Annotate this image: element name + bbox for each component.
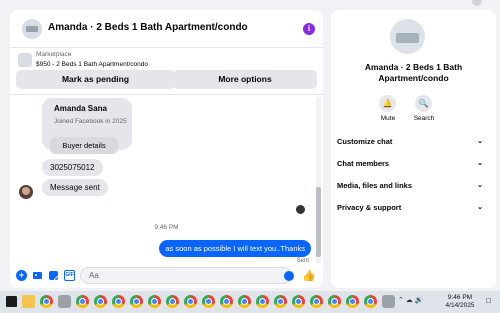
chrome-icon[interactable]	[40, 295, 53, 308]
chrome-icon[interactable]	[94, 295, 107, 308]
chevron-down-icon: ⌄	[477, 204, 483, 211]
incoming-message[interactable]: 3025075012	[42, 159, 103, 176]
mark-as-pending-button[interactable]: Mark as pending	[16, 70, 175, 89]
chrome-icon[interactable]	[346, 295, 359, 308]
gif-icon[interactable]: GIF	[64, 270, 75, 281]
search-label[interactable]: Search	[404, 115, 444, 122]
chrome-icon[interactable]	[364, 295, 377, 308]
message-input[interactable]: Aa	[80, 267, 292, 284]
chrome-icon[interactable]	[310, 295, 323, 308]
browser-top-strip	[0, 0, 500, 8]
section-label: Media, files and links	[337, 181, 413, 190]
chat-header: Amanda · 2 Beds 1 Bath Apartment/condo i	[10, 10, 323, 48]
info-icon[interactable]: i	[303, 23, 315, 35]
notification-icon[interactable]: □	[486, 296, 491, 305]
app-icon[interactable]	[58, 295, 71, 308]
start-icon[interactable]	[6, 296, 17, 307]
chrome-icon[interactable]	[220, 295, 233, 308]
buyer-joined-text: Joined Facebook in 2025	[54, 118, 127, 125]
file-explorer-icon[interactable]	[22, 295, 35, 308]
chrome-icon[interactable]	[112, 295, 125, 308]
message-timestamp: 9:46 PM	[154, 224, 179, 231]
more-options-button[interactable]: More options	[173, 70, 317, 89]
chrome-icon[interactable]	[238, 295, 251, 308]
photo-icon[interactable]	[32, 270, 43, 281]
chevron-down-icon: ⌄	[477, 182, 483, 189]
system-tray-icons[interactable]: ⌃ ☁ 🔊	[398, 296, 423, 304]
listing-small-thumbnail	[18, 53, 32, 67]
chrome-icon[interactable]	[184, 295, 197, 308]
chat-panel: Amanda · 2 Beds 1 Bath Apartment/condo i…	[10, 10, 323, 288]
incoming-message[interactable]: Message sent	[42, 179, 108, 196]
window-control-icon[interactable]	[472, 0, 482, 6]
emoji-icon[interactable]	[284, 271, 294, 281]
mute-bell-icon[interactable]: 🔔	[379, 95, 396, 112]
media-files-links-row[interactable]: Media, files and links ⌄	[337, 177, 483, 195]
chevron-down-icon: ⌄	[477, 138, 483, 145]
listing-thumbnail[interactable]	[22, 19, 42, 39]
chrome-icon[interactable]	[328, 295, 341, 308]
sent-status: Sent	[296, 258, 309, 264]
buyer-details-button[interactable]: Buyer details	[50, 137, 118, 154]
message-list[interactable]: Amanda Sana Joined Facebook in 2025 Buye…	[10, 95, 323, 265]
search-icon[interactable]: 🔍	[415, 95, 432, 112]
like-icon[interactable]: 👍	[302, 269, 316, 282]
clock-time: 9:46 PM	[447, 294, 473, 301]
app-icon[interactable]	[382, 295, 395, 308]
chrome-icon[interactable]	[148, 295, 161, 308]
windows-taskbar: ⌃ ☁ 🔊 9:46 PM 4/14/2025 □	[0, 291, 500, 313]
customize-chat-row[interactable]: Customize chat ⌄	[337, 133, 483, 151]
chrome-icon[interactable]	[76, 295, 89, 308]
section-label: Chat members	[337, 159, 390, 168]
scrollbar-thumb[interactable]	[316, 187, 321, 257]
sender-avatar[interactable]	[19, 185, 33, 199]
taskbar-clock[interactable]: 9:46 PM 4/14/2025	[438, 294, 482, 310]
clock-date: 4/14/2025	[445, 302, 475, 309]
listing-avatar[interactable]	[390, 19, 425, 54]
chevron-down-icon: ⌄	[477, 160, 483, 167]
privacy-support-row[interactable]: Privacy & support ⌄	[337, 199, 483, 217]
conversation-info-panel: Amanda · 2 Beds 1 Bath Apartment/condo 🔔…	[331, 10, 496, 288]
listing-price-title: $950 - 2 Beds 1 Bath Apartment/condo	[36, 61, 149, 68]
seen-avatar-icon	[296, 205, 305, 214]
chrome-icon[interactable]	[292, 295, 305, 308]
marketplace-label: Marketplace	[36, 51, 72, 58]
chat-members-row[interactable]: Chat members ⌄	[337, 155, 483, 173]
info-panel-title: Amanda · 2 Beds 1 Bath Apartment/condo	[364, 62, 463, 83]
buyer-profile-card: Amanda Sana Joined Facebook in 2025 Buye…	[42, 98, 132, 154]
outgoing-message[interactable]: as soon as possible I will text you..Tha…	[159, 240, 311, 257]
mute-label[interactable]: Mute	[368, 115, 408, 122]
chrome-icon[interactable]	[274, 295, 287, 308]
chrome-icon[interactable]	[202, 295, 215, 308]
conversation-title[interactable]: Amanda · 2 Beds 1 Bath Apartment/condo	[48, 22, 248, 33]
section-label: Customize chat	[337, 137, 393, 146]
plus-icon[interactable]: +	[16, 270, 27, 281]
message-composer: + GIF Aa 👍	[10, 265, 323, 288]
sticker-icon[interactable]	[48, 270, 59, 281]
chrome-icon[interactable]	[130, 295, 143, 308]
chrome-icon[interactable]	[256, 295, 269, 308]
chrome-icon[interactable]	[166, 295, 179, 308]
buyer-name: Amanda Sana	[54, 104, 107, 113]
section-label: Privacy & support	[337, 203, 402, 212]
